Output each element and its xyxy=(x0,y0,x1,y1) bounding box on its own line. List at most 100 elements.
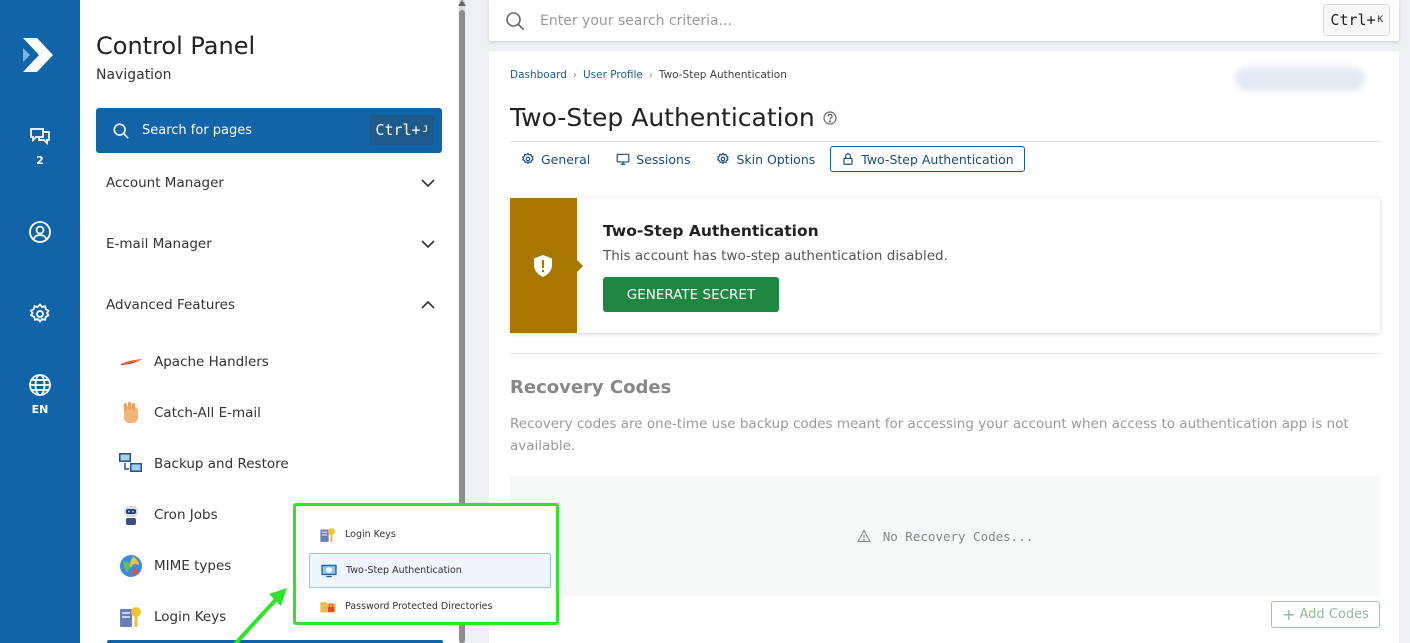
nav-link-label: Login Keys xyxy=(154,609,227,625)
nav-subtitle: Navigation xyxy=(96,67,172,83)
chevron-right-icon: › xyxy=(572,69,577,81)
nav-link-label: Apache Handlers xyxy=(154,354,269,370)
nav-link-backup-restore[interactable]: Backup and Restore xyxy=(118,451,289,477)
add-codes-button[interactable]: + Add Codes xyxy=(1271,601,1380,628)
tab-label: Sessions xyxy=(636,151,691,167)
rail-settings[interactable] xyxy=(0,302,80,326)
global-search-shortcut: Ctrl+ K xyxy=(1323,4,1390,36)
gear-icon xyxy=(521,152,534,165)
chevron-right-icon: › xyxy=(648,69,653,81)
globe-icon xyxy=(120,555,142,577)
callout-item-password-protected-directories[interactable]: Password Protected Directories xyxy=(309,589,551,624)
shortcut-key: J xyxy=(422,125,428,135)
rail-chat[interactable]: 2 xyxy=(0,124,80,167)
recovery-codes-title: Recovery Codes xyxy=(510,377,672,398)
recovery-codes-empty-state: No Recovery Codes... xyxy=(510,476,1380,596)
nav-link-mime-types[interactable]: MIME types xyxy=(118,553,231,579)
user-circle-icon xyxy=(29,221,51,243)
nav-link-label: Cron Jobs xyxy=(154,507,218,523)
monitor-shield-icon xyxy=(321,564,337,577)
chevron-down-icon xyxy=(421,240,435,249)
title-divider xyxy=(510,141,1380,142)
tab-label: General xyxy=(541,151,591,167)
tab-general[interactable]: General xyxy=(510,146,601,172)
tab-two-step-authentication[interactable]: Two-Step Authentication xyxy=(830,146,1025,172)
help-circle-icon[interactable] xyxy=(823,110,837,125)
tab-sessions[interactable]: Sessions xyxy=(605,146,701,172)
nav-group-label: E-mail Manager xyxy=(106,236,212,252)
nav-link-catch-all-email[interactable]: Catch-All E-mail xyxy=(118,400,261,426)
tab-skin-options[interactable]: Skin Options xyxy=(705,146,826,172)
main-scrollbar[interactable] xyxy=(1402,0,1410,643)
gear-icon xyxy=(717,152,730,165)
nav-link-cron-jobs[interactable]: Cron Jobs xyxy=(118,502,218,528)
nav-link-label: MIME types xyxy=(154,558,232,574)
global-search-input[interactable] xyxy=(540,12,1300,29)
tab-label: Two-Step Authentication xyxy=(861,151,1014,167)
search-icon xyxy=(506,11,525,30)
callout-item-login-keys[interactable]: Login Keys xyxy=(309,517,551,552)
section-divider xyxy=(510,353,1380,354)
key-icon xyxy=(120,607,141,627)
search-icon xyxy=(113,122,129,139)
scroll-up-arrow-icon[interactable] xyxy=(458,0,466,6)
page-search-shortcut: Ctrl+ J xyxy=(369,115,434,145)
nav-link-login-keys[interactable]: Login Keys xyxy=(118,604,226,630)
global-search-bar: Ctrl+K xyxy=(489,0,1399,41)
shortcut-text: Ctrl+ xyxy=(1330,11,1376,29)
two-step-description: This account has two-step authentication… xyxy=(603,248,948,264)
apache-feather-icon xyxy=(120,359,142,365)
nav-group-label: Account Manager xyxy=(106,175,224,191)
chevron-up-icon xyxy=(421,300,435,309)
highlight-callout: Login Keys Two-Step Authentication Passw… xyxy=(293,503,559,625)
chat-icon xyxy=(30,128,50,146)
globe-icon xyxy=(29,374,51,396)
key-icon xyxy=(320,527,335,542)
nav-group-account-manager[interactable]: Account Manager xyxy=(106,175,436,191)
two-step-status-card: Two-Step Authentication This account has… xyxy=(510,198,1380,333)
page-search-label: Search for pages xyxy=(142,123,253,138)
nav-link-label: Catch-All E-mail xyxy=(154,405,261,421)
page-title-text: Two-Step Authentication xyxy=(510,103,815,132)
empty-state-text: No Recovery Codes... xyxy=(882,528,1034,544)
callout-arrow-icon xyxy=(233,588,287,643)
callout-item-label: Two-Step Authentication xyxy=(346,565,462,576)
callout-item-label: Login Keys xyxy=(345,529,396,540)
shortcut-text: Ctrl+ xyxy=(375,121,421,139)
nav-group-advanced-features[interactable]: Advanced Features xyxy=(106,297,436,313)
rail-account[interactable] xyxy=(0,220,80,244)
callout-item-label: Password Protected Directories xyxy=(345,601,493,612)
breadcrumb-user-profile[interactable]: User Profile xyxy=(583,69,643,81)
nav-link-apache-handlers[interactable]: Apache Handlers xyxy=(118,349,269,375)
profile-tabs: General Sessions Skin Options Two-Step A… xyxy=(510,146,1029,172)
warning-sidebar xyxy=(510,198,583,333)
hand-icon xyxy=(124,402,138,423)
plus-icon: + xyxy=(1282,605,1296,624)
add-codes-label: Add Codes xyxy=(1299,607,1369,622)
shortcut-key: K xyxy=(1377,15,1383,25)
callout-item-two-step-authentication[interactable]: Two-Step Authentication xyxy=(309,553,551,588)
language-code: EN xyxy=(31,403,49,416)
rail-language[interactable]: EN xyxy=(0,373,80,416)
generate-secret-button[interactable]: GENERATE SECRET xyxy=(603,277,779,312)
app-rail: 2 EN xyxy=(0,0,80,643)
robot-icon xyxy=(124,506,138,525)
computers-icon xyxy=(119,453,142,472)
nav-link-label: Backup and Restore xyxy=(154,456,289,472)
page-title: Two-Step Authentication xyxy=(510,103,837,132)
chevron-down-icon xyxy=(421,179,435,188)
nav-group-label: Advanced Features xyxy=(106,297,236,313)
page-search-button[interactable]: Search for pages Ctrl+ J xyxy=(96,108,442,153)
app-logo-icon[interactable] xyxy=(19,34,59,76)
lock-icon xyxy=(843,153,853,165)
nav-title: Control Panel xyxy=(96,32,256,60)
warning-triangle-icon xyxy=(856,529,871,543)
main-content: Dashboard › User Profile › Two-Step Auth… xyxy=(489,51,1399,643)
monitor-icon xyxy=(616,153,630,165)
shield-alert-icon xyxy=(534,255,552,277)
nav-group-email-manager[interactable]: E-mail Manager xyxy=(106,236,436,252)
breadcrumb-dashboard[interactable]: Dashboard xyxy=(510,69,567,81)
chat-count: 2 xyxy=(36,154,44,167)
tab-label: Skin Options xyxy=(736,151,816,167)
breadcrumb: Dashboard › User Profile › Two-Step Auth… xyxy=(510,69,787,81)
